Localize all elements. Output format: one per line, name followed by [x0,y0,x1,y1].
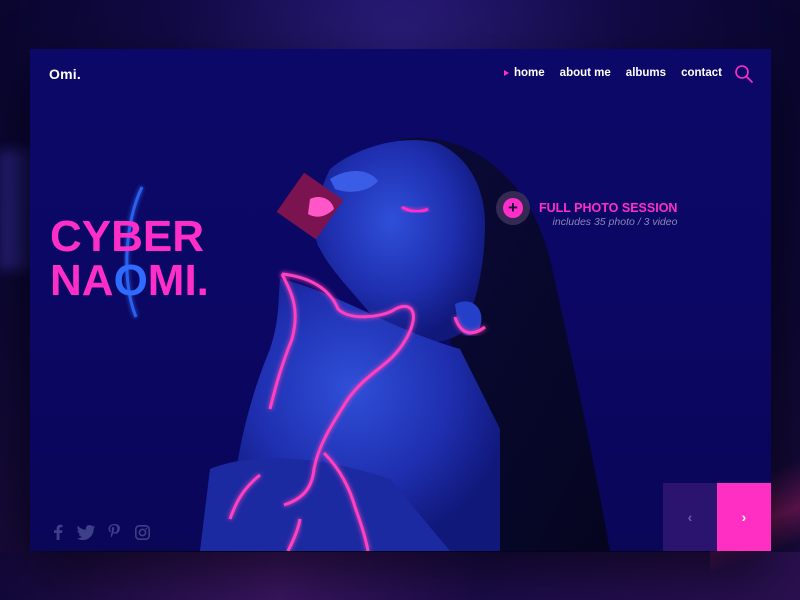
hero-title-o: O [113,256,148,305]
chevron-left-icon: ‹ [687,509,693,525]
nav-home-label: home [514,67,545,79]
main-nav: home about me albums contact [504,67,737,79]
next-button[interactable]: › [717,483,771,551]
nav-home[interactable]: home [504,67,545,79]
session-text: FULL PHOTO SESSION includes 35 photo / 3… [539,201,677,228]
instagram-icon [134,524,150,540]
active-indicator-icon [504,70,509,76]
nav-albums[interactable]: albums [626,67,666,79]
logo[interactable]: Omi. [49,66,81,82]
hero-card: Omi. home about me albums contact CYBER … [30,49,771,551]
background-blur [0,552,800,600]
hero-title-line2: NAOMI. [50,259,209,303]
hero-title-mi: MI. [147,256,209,305]
search-button[interactable] [734,64,754,84]
instagram-link[interactable] [133,523,151,541]
pinterest-icon [108,524,120,538]
twitter-icon [77,524,95,540]
chevron-right-icon: › [741,509,747,525]
pinterest-link[interactable] [105,523,123,541]
session-title[interactable]: FULL PHOTO SESSION [539,201,677,215]
search-icon [735,65,753,83]
nav-about-me[interactable]: about me [560,67,611,79]
social-links [49,523,161,541]
nav-contact[interactable]: contact [681,67,722,79]
facebook-icon [54,524,63,540]
hero-title-line1: CYBER [50,212,205,261]
session-subtitle: includes 35 photo / 3 video [552,216,678,228]
plus-icon: + [503,198,523,218]
hero-title: CYBER NAOMI. [50,215,209,303]
twitter-link[interactable] [77,523,95,541]
hero-title-na: NA [50,256,114,305]
prev-button[interactable]: ‹ [663,483,717,551]
facebook-link[interactable] [49,523,67,541]
photo-session-cta: + FULL PHOTO SESSION includes 35 photo /… [496,191,677,228]
session-open-button[interactable]: + [496,191,530,225]
